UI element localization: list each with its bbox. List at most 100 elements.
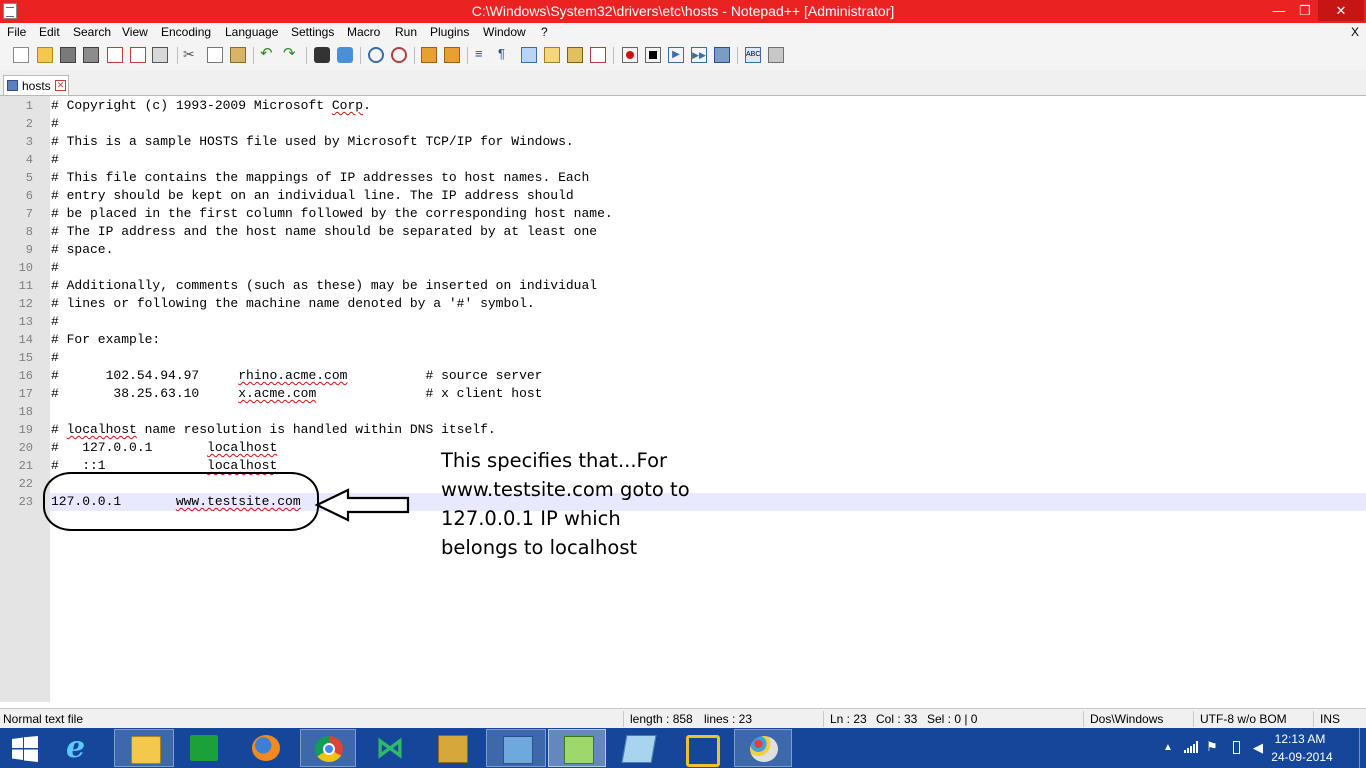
zoom-out-icon[interactable] xyxy=(391,47,407,63)
doc-map-icon[interactable] xyxy=(567,47,583,63)
sync-horizontal-icon[interactable] xyxy=(444,47,460,63)
menu-settings[interactable]: Settings xyxy=(291,25,334,39)
maximize-button[interactable]: ❐ xyxy=(1292,0,1318,21)
code-line[interactable]: # xyxy=(51,152,59,167)
taskbar-notepad[interactable] xyxy=(610,729,666,767)
editor[interactable]: 1 # Copyright (c) 1993-2009 Microsoft Cor… xyxy=(0,96,1366,702)
volume-icon[interactable]: ◀ xyxy=(1253,740,1263,756)
print-icon[interactable] xyxy=(152,47,168,63)
taskbar-visual-studio[interactable]: ⋈ xyxy=(362,729,418,767)
code-line[interactable]: # 38.25.63.10 x.acme.com # x client host xyxy=(51,386,543,401)
save-macro-icon[interactable] xyxy=(714,47,730,63)
open-file-icon[interactable] xyxy=(37,47,53,63)
code-line[interactable]: # 102.54.94.97 rhino.acme.com # source s… xyxy=(51,368,543,383)
start-button[interactable] xyxy=(0,729,50,767)
user-language-icon[interactable] xyxy=(544,47,560,63)
status-encoding[interactable]: UTF-8 w/o BOM xyxy=(1200,712,1287,726)
action-center-flag-icon[interactable]: ⚑ xyxy=(1206,739,1218,755)
menu-edit[interactable]: Edit xyxy=(39,25,60,39)
menu-view[interactable]: View xyxy=(122,25,148,39)
menu-window[interactable]: Window xyxy=(483,25,526,39)
saved-file-icon xyxy=(7,80,18,91)
function-list-icon[interactable] xyxy=(590,47,606,63)
code-line[interactable]: # For example: xyxy=(51,332,160,347)
close-document-button[interactable]: X xyxy=(1351,25,1359,39)
undo-icon[interactable]: ↶ xyxy=(260,46,276,63)
code-line[interactable]: # xyxy=(51,116,59,131)
replace-icon[interactable] xyxy=(337,47,353,63)
clock-date[interactable]: 24-09-2014 xyxy=(1266,750,1338,764)
code-line[interactable]: # localhost name resolution is handled w… xyxy=(51,422,496,437)
code-line[interactable]: # The IP address and the host name shoul… xyxy=(51,224,597,239)
menu-macro[interactable]: Macro xyxy=(347,25,380,39)
code-line[interactable]: # ::1 localhost xyxy=(51,458,277,473)
show-desktop-button[interactable] xyxy=(1359,728,1366,768)
taskbar-vmware[interactable] xyxy=(672,729,728,767)
show-all-chars-icon[interactable]: ¶ xyxy=(498,47,514,63)
close-all-icon[interactable] xyxy=(130,47,146,63)
status-length: length : 858 xyxy=(630,712,693,726)
copy-icon[interactable] xyxy=(207,47,223,63)
menu-help[interactable]: ? xyxy=(541,25,548,39)
taskbar-file-explorer[interactable] xyxy=(114,729,174,767)
code-line[interactable]: # xyxy=(51,260,59,275)
play-macro-icon[interactable]: ▶ xyxy=(668,47,684,63)
taskbar-paint[interactable] xyxy=(734,729,792,767)
code-line[interactable]: # space. xyxy=(51,242,113,257)
code-line[interactable]: # This is a sample HOSTS file used by Mi… xyxy=(51,134,574,149)
tab-hosts[interactable]: hosts ✕ xyxy=(3,75,69,95)
paste-icon[interactable] xyxy=(230,47,246,63)
line-number: 23 xyxy=(18,495,33,509)
code-line[interactable]: # xyxy=(51,350,59,365)
stop-record-icon[interactable] xyxy=(645,47,661,63)
code-line[interactable]: # be placed in the first column followed… xyxy=(51,206,613,221)
code-line[interactable]: # entry should be kept on an individual … xyxy=(51,188,574,203)
word-wrap-icon[interactable]: ≡ xyxy=(475,47,491,63)
taskbar-firefox[interactable] xyxy=(238,729,294,767)
status-eol[interactable]: Dos\Windows xyxy=(1090,712,1163,726)
code-line[interactable]: # Copyright (c) 1993-2009 Microsoft Corp… xyxy=(51,98,371,113)
line-number: 11 xyxy=(18,279,33,293)
menu-plugins[interactable]: Plugins xyxy=(430,25,469,39)
menu-file[interactable]: File xyxy=(7,25,26,39)
code-line[interactable]: # lines or following the machine name de… xyxy=(51,296,535,311)
redo-icon[interactable]: ↷ xyxy=(283,46,299,63)
run-macro-multiple-icon[interactable]: ▶▶ xyxy=(691,47,707,63)
taskbar-notepad-plus-plus[interactable] xyxy=(548,729,606,767)
zoom-in-icon[interactable] xyxy=(368,47,384,63)
taskbar-store[interactable] xyxy=(176,729,232,767)
taskbar-chrome[interactable] xyxy=(300,729,356,767)
line-number: 9 xyxy=(25,243,33,257)
menu-encoding[interactable]: Encoding xyxy=(161,25,211,39)
taskbar-tools[interactable] xyxy=(424,729,480,767)
minimize-button[interactable]: — xyxy=(1266,0,1292,21)
cut-icon[interactable]: ✂ xyxy=(183,47,199,63)
new-file-icon[interactable] xyxy=(13,47,29,63)
visual-studio-icon: ⋈ xyxy=(376,732,404,763)
menu-language[interactable]: Language xyxy=(225,25,278,39)
code-line[interactable]: # xyxy=(51,314,59,329)
find-icon[interactable] xyxy=(314,47,330,63)
record-macro-icon[interactable] xyxy=(622,47,638,63)
menu-search[interactable]: Search xyxy=(73,25,111,39)
close-icon[interactable] xyxy=(107,47,123,63)
settings-icon[interactable] xyxy=(768,47,784,63)
spell-check-icon[interactable]: ABC xyxy=(745,47,761,63)
sync-vertical-icon[interactable] xyxy=(421,47,437,63)
signal-icon[interactable] xyxy=(1184,741,1198,753)
menu-run[interactable]: Run xyxy=(395,25,417,39)
clock-time[interactable]: 12:13 AM xyxy=(1270,732,1330,746)
indent-guide-icon[interactable] xyxy=(521,47,537,63)
taskbar-network[interactable] xyxy=(486,729,546,767)
status-insert-mode[interactable]: INS xyxy=(1320,712,1340,726)
close-window-button[interactable]: ✕ xyxy=(1318,0,1364,21)
tab-close-icon[interactable]: ✕ xyxy=(55,80,66,91)
code-line[interactable]: # This file contains the mappings of IP … xyxy=(51,170,589,185)
code-line[interactable]: # Additionally, comments (such as these)… xyxy=(51,278,597,293)
code-line[interactable]: # 127.0.0.1 localhost xyxy=(51,440,277,455)
save-icon[interactable] xyxy=(60,47,76,63)
battery-icon[interactable] xyxy=(1233,741,1240,754)
save-all-icon[interactable] xyxy=(83,47,99,63)
taskbar-internet-explorer[interactable]: e xyxy=(52,729,108,767)
show-hidden-icons-icon[interactable]: ▲ xyxy=(1163,742,1173,753)
